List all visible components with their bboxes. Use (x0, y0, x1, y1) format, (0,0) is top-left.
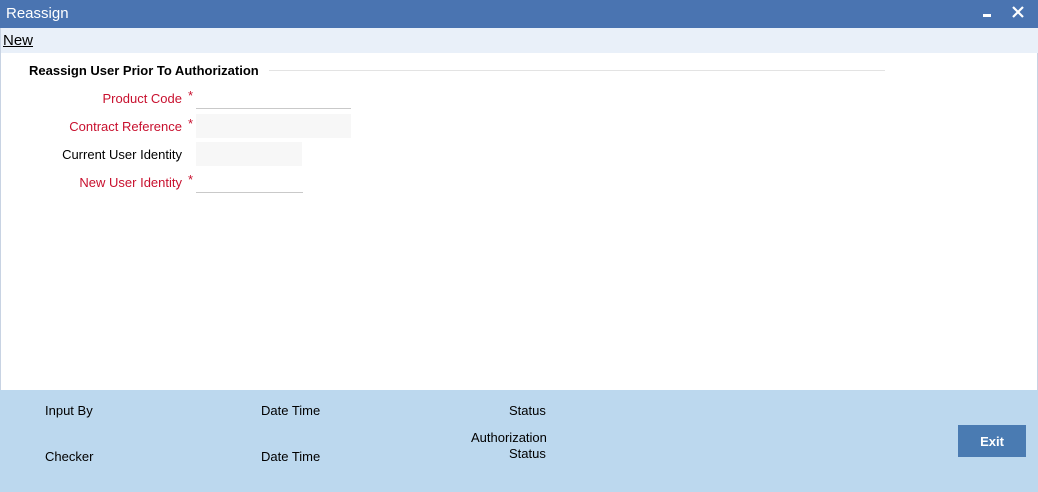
required-marker: * (188, 116, 194, 131)
contract-reference-label: Contract Reference (69, 119, 182, 134)
new-link[interactable]: New (3, 32, 33, 49)
title-bar: Reassign (0, 0, 1038, 28)
checker-label: Checker (45, 449, 94, 464)
new-user-identity-label: New User Identity (79, 175, 182, 190)
current-user-identity-input[interactable] (196, 142, 302, 166)
new-user-identity-input[interactable] (196, 169, 303, 193)
close-icon[interactable] (1008, 2, 1028, 24)
date-time-label: Date Time (261, 403, 321, 418)
audit-footer: Input By Date Time Status Authorization … (0, 390, 1038, 492)
status-label: Status (509, 403, 546, 418)
contract-reference-input[interactable] (196, 114, 351, 138)
required-marker: * (188, 172, 194, 187)
toolbar: New (0, 28, 1038, 53)
required-marker: * (188, 88, 194, 103)
current-user-identity-label: Current User Identity (62, 147, 182, 162)
section-title: Reassign User Prior To Authorization (29, 63, 259, 78)
exit-button[interactable]: Exit (958, 425, 1026, 457)
minimize-icon[interactable] (977, 2, 997, 24)
authorization-status-label: Status (509, 446, 546, 461)
form-area: Reassign User Prior To Authorization Pro… (0, 53, 1038, 390)
date-time-label: Date Time (261, 449, 321, 464)
input-by-label: Input By (45, 403, 93, 418)
product-code-input[interactable] (196, 85, 351, 109)
section-divider (269, 70, 885, 71)
product-code-label: Product Code (102, 91, 183, 106)
window-title: Reassign (6, 5, 69, 22)
authorization-label: Authorization (471, 430, 547, 445)
